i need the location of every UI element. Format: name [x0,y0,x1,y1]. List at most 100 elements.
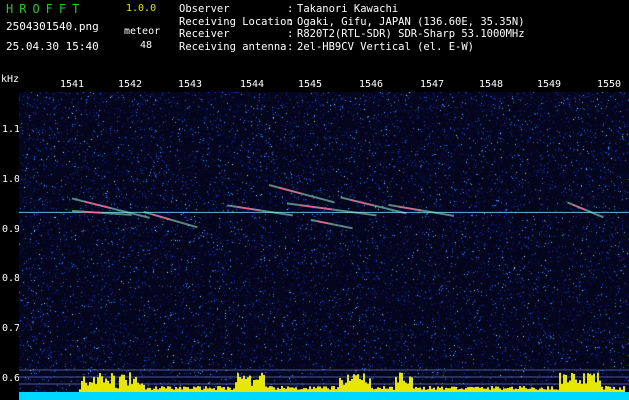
activity-bar [373,389,375,392]
activity-bar [563,374,565,392]
activity-bar [115,387,117,392]
activity-bar [235,382,237,392]
activity-bar [557,389,559,392]
activity-bar [425,389,427,392]
meteor-streak-core [151,213,171,221]
activity-bar [313,386,315,392]
x-tick-label: 1550 [596,79,622,90]
activity-bar [479,387,481,392]
spectrogram [19,92,629,400]
activity-bar [491,386,493,392]
y-tick-label: 1.1 [2,124,21,135]
activity-bar [577,382,579,392]
activity-bar [255,379,257,392]
activity-bar [529,388,531,392]
activity-bar [265,386,267,392]
activity-bar [107,380,109,392]
activity-bar [327,388,329,392]
activity-bar [439,387,441,392]
meteor-streak-core [316,220,332,225]
activity-bar [389,386,391,392]
activity-bar [495,386,497,392]
activity-bar [261,372,263,392]
activity-bar [209,387,211,392]
activity-bar [513,389,515,392]
activity-bar [587,373,589,392]
activity-bar [229,387,231,392]
activity-bar [533,387,535,392]
activity-bar [311,388,313,392]
activity-bar [325,386,327,392]
activity-bar [263,375,265,392]
activity-bar [333,386,335,392]
activity-bar [427,389,429,392]
y-tick-label: 1.0 [2,174,21,185]
meteor-streak-core [350,199,374,207]
activity-bar [437,386,439,392]
activity-bar [201,389,203,392]
activity-bar [109,383,111,392]
info-value: 2el-HB9CV Vertical (el. E-W) [297,40,475,53]
activity-bar [397,382,399,392]
meteor-streak-core [300,204,332,211]
activity-bar [357,374,359,392]
activity-bar [581,383,583,392]
activity-bar [449,388,451,392]
activity-bar [409,376,411,392]
activity-bar [527,389,529,392]
activity-bar [347,374,349,392]
activity-bar [331,386,333,392]
activity-bar [219,386,221,392]
x-tick-label: 1548 [478,79,504,90]
activity-bar [419,387,421,392]
activity-bar [567,382,569,392]
activity-bar [343,384,345,392]
x-tick-label: 1545 [297,79,323,90]
activity-bar [297,389,299,392]
activity-bar [417,387,419,392]
activity-bar [441,386,443,392]
activity-bar [329,389,331,392]
info-value: Ogaki, Gifu, JAPAN (136.60E, 35.35N) [297,15,525,28]
activity-bar [503,388,505,392]
app-name: HROFFT [6,2,86,16]
activity-bar [387,388,389,392]
activity-bar [421,389,423,392]
activity-bar [415,386,417,392]
activity-bar [619,387,621,392]
activity-bar [453,386,455,392]
activity-bar [121,374,123,392]
activity-bar [461,388,463,392]
activity-bar [279,389,281,392]
activity-bar [349,380,351,392]
activity-bar [601,386,603,392]
activity-bar [611,388,613,392]
activity-bar [465,388,467,392]
activity-bar [363,373,365,392]
activity-bar [551,386,553,392]
file-name: 2504301540.png [6,20,99,33]
activity-bar [249,375,251,392]
activity-bar [105,378,107,392]
activity-bar [185,386,187,392]
info-colon: : [287,15,294,28]
activity-bar [605,386,607,392]
x-tick-label: 1542 [117,79,143,90]
activity-bar [435,389,437,392]
activity-bar [299,389,301,392]
activity-bar [149,387,151,392]
activity-bar [137,382,139,392]
activity-bar [119,376,121,392]
activity-bar [281,386,283,392]
activity-bar [571,372,573,392]
activity-bar [339,377,341,392]
activity-bar [561,383,563,392]
activity-bar [585,383,587,392]
activity-bar [595,382,597,392]
activity-bar [267,387,269,392]
activity-bar [487,387,489,392]
activity-bar [493,388,495,392]
activity-bar [159,388,161,392]
activity-bar [193,386,195,392]
activity-bar [187,387,189,392]
